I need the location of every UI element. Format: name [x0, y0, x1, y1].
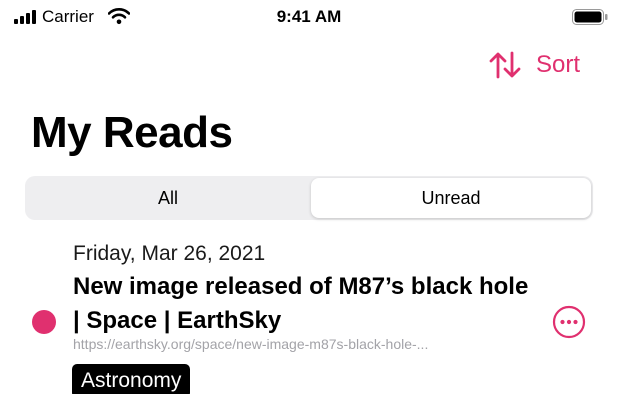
item-date: Friday, Mar 26, 2021: [73, 242, 266, 265]
segment-unread[interactable]: Unread: [311, 178, 591, 218]
arrow-up-down-icon: [489, 51, 521, 79]
status-time: 9:41 AM: [276, 7, 342, 26]
ellipsis-circle-icon[interactable]: [552, 305, 586, 339]
unread-indicator: [32, 310, 56, 334]
sort-label: Sort: [536, 51, 581, 78]
battery-icon: [572, 9, 608, 25]
item-title: New image released of M87’s black hole |…: [73, 273, 529, 334]
sort-button[interactable]: Sort: [489, 49, 580, 81]
page-title: My Reads: [31, 108, 233, 157]
category-tag[interactable]: Astronomy: [72, 364, 191, 394]
item-url: https://earthsky.org/space/new-image-m87…: [73, 336, 429, 352]
filter-segmented-control: All Unread: [25, 176, 593, 220]
segment-all[interactable]: All: [27, 178, 309, 218]
status-bar: Carrier 9:41 AM: [0, 0, 618, 34]
